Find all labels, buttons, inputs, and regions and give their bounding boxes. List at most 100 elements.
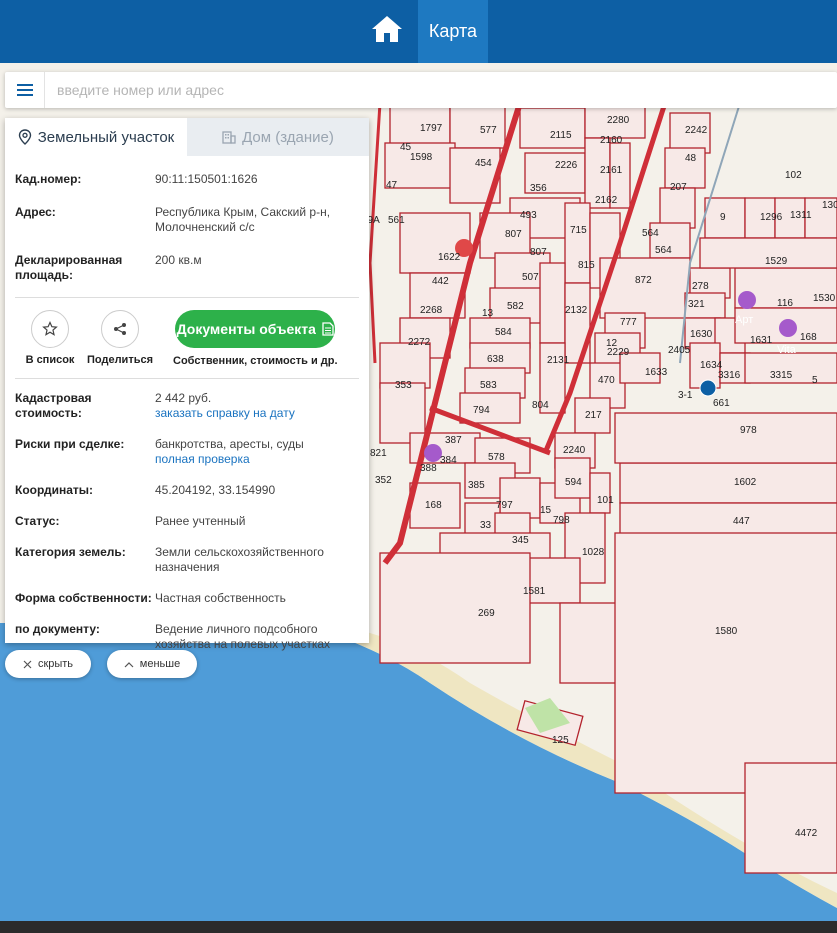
field-value: банкротства, аресты, суды (155, 437, 304, 451)
parcel-number-label: 13 (482, 308, 494, 319)
field-label: Категория земель: (15, 545, 126, 559)
divider (15, 297, 359, 298)
parcel-number-label: 2132 (565, 305, 588, 316)
field-label: Форма собственности: (15, 591, 152, 605)
parcel-number-label: 278 (692, 281, 709, 292)
parcel-number-label: 345 (512, 535, 529, 546)
parcel-info-panel: Земельный участок Дом (здание) Кад.номер… (5, 118, 369, 651)
field-coordinates: Координаты: 45.204192, 33.154990 (15, 473, 359, 504)
field-value: Республика Крым, Сакский р-н, Молочненск… (155, 205, 331, 234)
parcel-number-label: 1308 (822, 200, 837, 211)
field-label: Декларированная площадь: (15, 253, 123, 282)
documents-block: Документы объекта Собственник, стоимость… (173, 310, 338, 367)
field-value: Земли сельскохозяйственного назначения (155, 545, 324, 574)
full-check-link[interactable]: полная проверка (155, 452, 359, 467)
parcel-number-label: 2162 (595, 195, 618, 206)
parcel-number-label: 807 (505, 229, 522, 240)
parcel-number-label: 269 (478, 608, 495, 619)
tab-map[interactable]: Карта (418, 0, 488, 63)
parcel-number-label: 9 (720, 212, 726, 223)
parcel-number-label: 2240 (563, 445, 586, 456)
field-label: Адрес: (15, 205, 56, 219)
parcel-number-label: 384 (440, 455, 457, 466)
parcel-number-label: 797 (496, 500, 513, 511)
parcel-number-label: 594 (565, 477, 582, 488)
parcel-number-label: 353 (395, 380, 412, 391)
cadastral-number-link[interactable]: 90:11:150501:1626 (155, 172, 359, 187)
parcel-number-label: 1631 (750, 335, 773, 346)
parcel-number-label: 578 (488, 452, 505, 463)
parcel-number-label: 2160 (600, 135, 623, 146)
parcel-number-label: 561 (388, 215, 405, 226)
parcel-number-label: 33 (480, 520, 492, 531)
parcel-number-label: 821 (370, 448, 387, 459)
home-button[interactable] (366, 8, 408, 50)
parcel-number-label: 564 (655, 245, 672, 256)
search-input[interactable] (45, 73, 837, 107)
share-icon (114, 323, 126, 335)
field-cadastral-cost: Кадастровая стоимость: 2 442 руб. заказа… (15, 383, 359, 427)
share-button[interactable] (101, 310, 139, 348)
parcel-number-label: 661 (713, 398, 730, 409)
field-status: Статус: Ранее учтенный (15, 504, 359, 535)
tab-building[interactable]: Дом (здание) (187, 118, 369, 156)
parcel-number-label: 815 (578, 260, 595, 271)
parcel-number-label: 1630 (690, 329, 713, 340)
tab-land-plot[interactable]: Земельный участок (5, 118, 187, 156)
parcel-number-label: 2161 (600, 165, 623, 176)
parcel-number-label: 1530 (813, 293, 836, 304)
add-to-list-action[interactable]: В список (15, 310, 85, 366)
parcel-number-label: 47 (386, 180, 398, 191)
search-bar (5, 72, 837, 108)
parcel-number-label: 454 (475, 158, 492, 169)
field-land-category: Категория земель: Земли сельскохозяйстве… (15, 535, 359, 581)
parcel-number-label: 321 (688, 299, 705, 310)
menu-button[interactable] (5, 72, 45, 108)
field-ownership-form: Форма собственности: Частная собственнос… (15, 581, 359, 612)
parcel-number-label: 584 (495, 327, 512, 338)
parcel-number-label: 798 (553, 515, 570, 526)
parcel-number-label: 794 (473, 405, 490, 416)
parcel-number-label: 2268 (420, 305, 443, 316)
documents-subtitle: Собственник, стоимость и др. (173, 355, 338, 367)
parcel-number-label: 217 (585, 410, 602, 421)
field-cadastral-number: Кад.номер: 90:11:150501:1626 (15, 156, 359, 193)
collapse-panel-button[interactable]: меньше (107, 650, 197, 678)
parcel-number-label: 116 (777, 298, 793, 309)
parcel-number-label: 577 (480, 125, 497, 136)
hide-panel-button[interactable]: скрыть (5, 650, 91, 678)
parcel-number-label: 352 (375, 475, 392, 486)
parcel-number-label: 356 (530, 183, 547, 194)
panel-actions: В список Поделиться Документы объекта Со… (15, 302, 359, 374)
documents-button[interactable]: Документы объекта (175, 310, 336, 348)
field-deal-risks: Риски при сделке: банкротства, аресты, с… (15, 427, 359, 473)
less-label: меньше (139, 658, 181, 670)
parcel-number-label: 385 (468, 480, 485, 491)
parcel-number-label: 493 (520, 210, 537, 221)
svg-text:Арт: Арт (735, 314, 753, 326)
parcel-number-label: 2131 (547, 355, 570, 366)
field-label: Кад.номер: (15, 172, 82, 186)
parcel-number-label: 168 (800, 332, 817, 343)
parcel-number-label: 582 (507, 301, 524, 312)
parcel-number-label: 102 (785, 170, 802, 181)
chevron-up-icon (124, 661, 134, 667)
field-value: Ранее учтенный (155, 514, 246, 528)
parcel-number-label: 507 (522, 272, 539, 283)
order-certificate-link[interactable]: заказать справку на дату (155, 406, 359, 421)
parcel-number-label: 388 (420, 463, 437, 474)
parcel-number-label: 1602 (734, 477, 757, 488)
parcel-number-label: 1529 (765, 256, 788, 267)
field-label: Риски при сделке: (15, 437, 125, 451)
tab-building-label: Дом (здание) (242, 128, 334, 146)
top-navbar: Карта (0, 0, 837, 63)
share-action[interactable]: Поделиться (85, 310, 155, 366)
tab-land-plot-label: Земельный участок (37, 128, 175, 146)
parcel-number-label: 4472 (795, 828, 818, 839)
parcel-number-label: 15 (540, 505, 552, 516)
selected-parcel-marker[interactable] (699, 379, 717, 397)
parcel-number-label: 2280 (607, 115, 630, 126)
divider (15, 378, 359, 379)
parcel-number-label: 1633 (645, 367, 668, 378)
add-to-list-button[interactable] (31, 310, 69, 348)
